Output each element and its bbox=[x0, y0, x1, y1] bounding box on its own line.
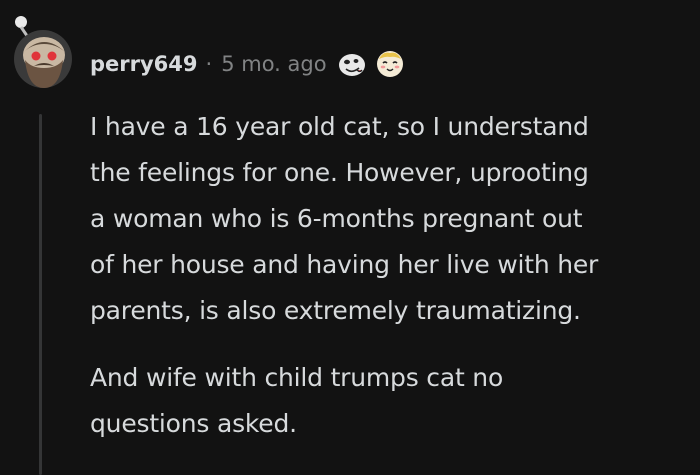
comment-meta: perry649 · 5 mo. ago bbox=[90, 44, 405, 84]
comment: perry649 · 5 mo. ago I have a 16 year ol… bbox=[0, 0, 700, 475]
text-line: parents, is also extremely traumatizing. bbox=[90, 296, 581, 325]
user-avatar[interactable] bbox=[12, 14, 74, 88]
timestamp-link[interactable]: 5 mo. ago bbox=[221, 52, 326, 76]
text-line: And wife with child trumps cat no bbox=[90, 363, 504, 392]
text-line: a woman who is 6-months pregnant out bbox=[90, 204, 583, 233]
text-line: questions asked. bbox=[90, 409, 297, 438]
comment-paragraph: And wife with child trumps cat no questi… bbox=[90, 355, 690, 447]
comment-paragraph: I have a 16 year old cat, so I understan… bbox=[90, 104, 690, 334]
blushing-face-award-icon[interactable] bbox=[375, 49, 405, 79]
text-line: the feelings for one. However, uprooting bbox=[90, 158, 589, 187]
comment-body: I have a 16 year old cat, so I understan… bbox=[90, 104, 690, 447]
text-line: of her house and having her live with he… bbox=[90, 250, 599, 279]
snoo-bearded-avatar-icon bbox=[14, 16, 72, 88]
text-line: I have a 16 year old cat, so I understan… bbox=[90, 112, 589, 141]
meta-separator: · bbox=[205, 52, 213, 76]
silly-face-award-icon[interactable] bbox=[337, 49, 367, 79]
thread-collapse-line[interactable] bbox=[39, 114, 42, 475]
username-link[interactable]: perry649 bbox=[90, 52, 198, 76]
